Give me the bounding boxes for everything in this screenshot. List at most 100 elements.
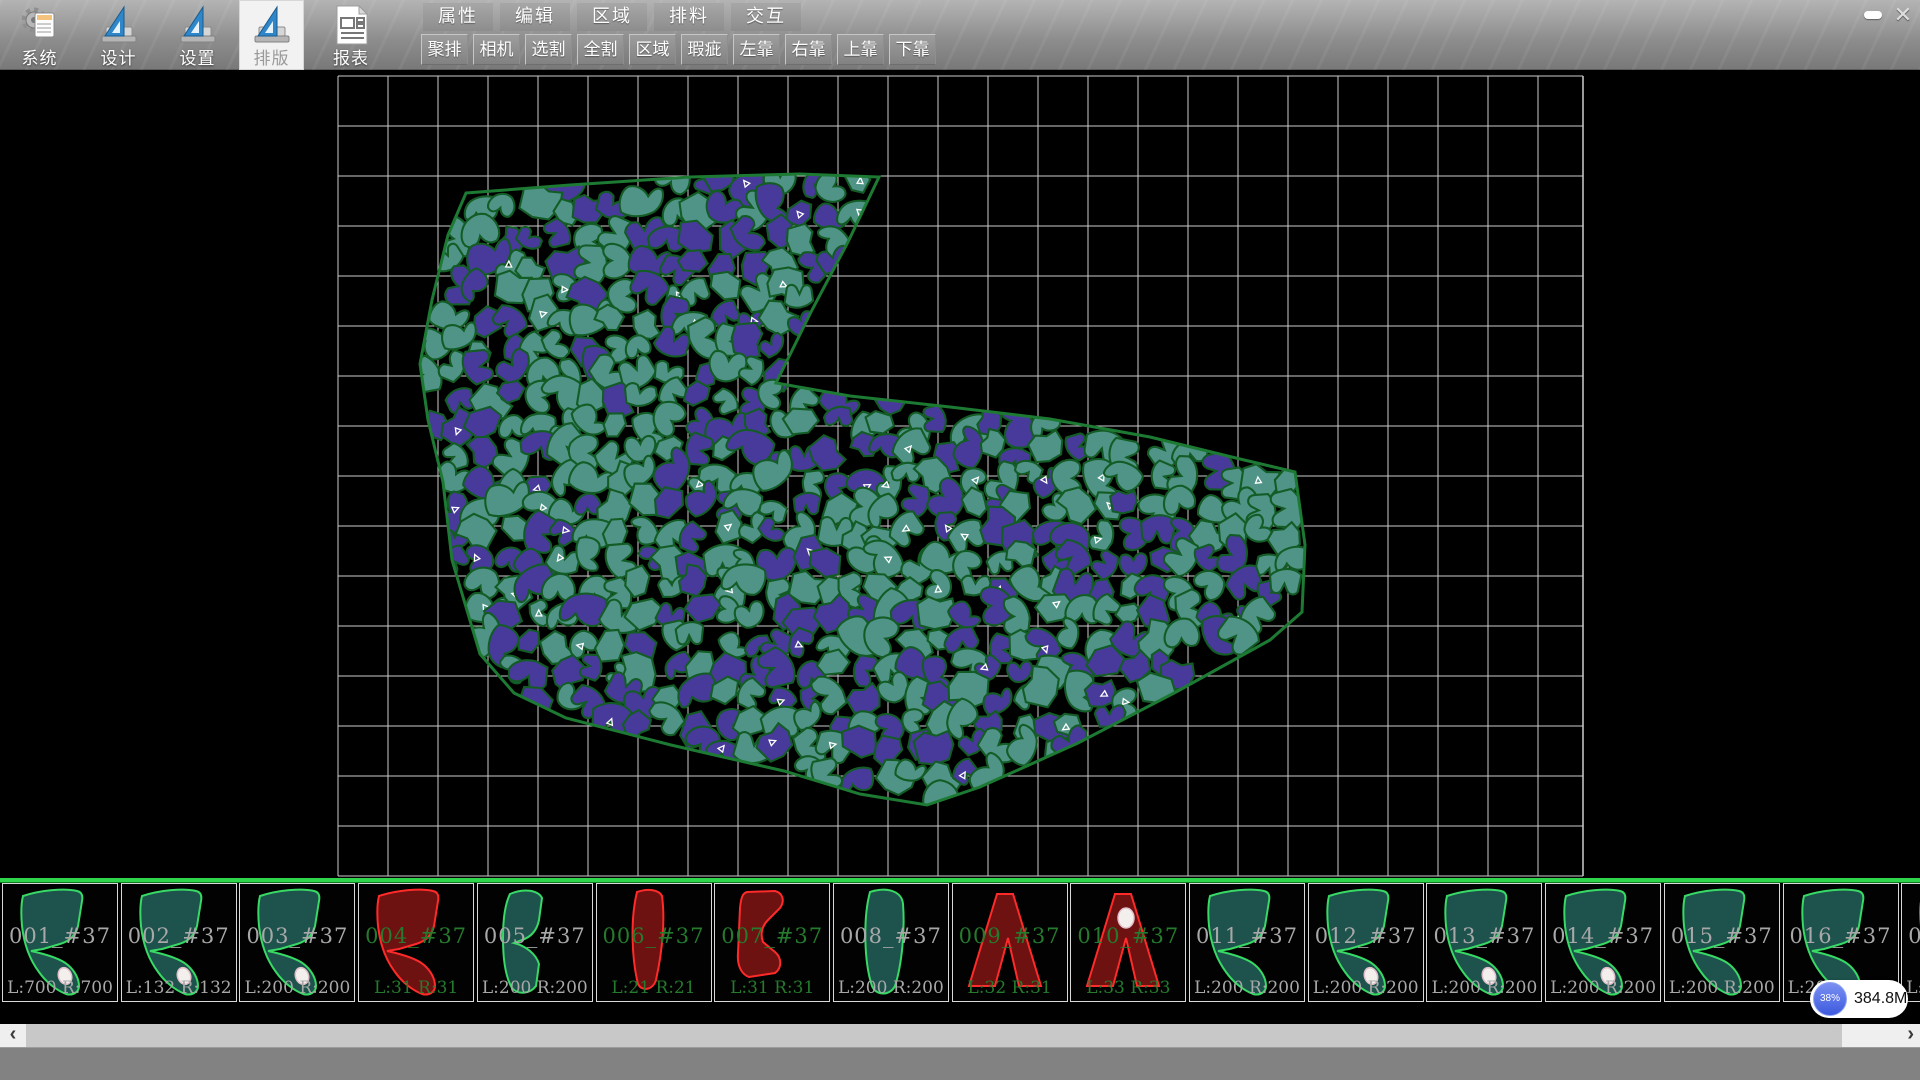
part-thumbnail-010_#37[interactable]: 010_#37L:33 R:33 [1070,883,1186,1002]
tool-button-9[interactable]: 下靠 [889,34,936,65]
app-tab-label: 排版 [239,44,304,69]
application-window: { "window": {"minimize_label":"–","close… [0,0,1920,1080]
tool-button-6[interactable]: 左靠 [733,34,780,65]
part-thumbnail-014_#37[interactable]: 014_#37L:200 R:200 [1545,883,1661,1002]
part-thumbnail-008_#37[interactable]: 008_#37L:200 R:200 [833,883,949,1002]
part-shape [1546,884,1660,1001]
progress-badge[interactable]: 38% 384.8M [1810,980,1908,1018]
part-thumbnail-009_#37[interactable]: 009_#37L:32 R:31 [952,883,1068,1002]
tool-button-3[interactable]: 全割 [577,34,624,65]
part-shape [1190,884,1304,1001]
part-shape [3,884,117,1001]
tool-button-1[interactable]: 相机 [473,34,520,65]
nested-part[interactable] [1095,705,1126,727]
report-doc-icon [329,3,373,47]
part-hole [1118,908,1134,928]
minimize-button[interactable] [1859,2,1887,28]
menu-item-1[interactable]: 编辑 [500,3,570,31]
nested-part[interactable] [514,626,543,657]
nested-part[interactable] [1270,569,1302,595]
tool-button-7[interactable]: 右靠 [785,34,832,65]
part-shape [715,884,829,1001]
tool-button-2[interactable]: 选割 [525,34,572,65]
ruler-laptop-icon [176,3,220,47]
nested-part[interactable] [602,410,628,439]
part-thumbnail-013_#37[interactable]: 013_#37L:200 R:200 [1426,883,1542,1002]
part-shape [953,884,1067,1001]
part-shape [597,884,711,1001]
part-shape [834,884,948,1001]
app-tab-design[interactable]: 设计 [81,0,156,70]
nested-part[interactable] [1088,547,1122,582]
nested-part[interactable] [489,300,531,342]
scroll-right-arrow: › [1907,1024,1914,1045]
part-shape [122,884,236,1001]
tool-button-0[interactable]: 聚排 [421,34,468,65]
app-tab-label: 报表 [318,44,384,69]
close-icon: ✕ [1894,2,1912,27]
menu-item-2[interactable]: 区域 [577,3,647,31]
part-thumbnail-007_#37[interactable]: 007_#37L:31 R:31 [714,883,830,1002]
ruler-laptop-icon [255,7,289,42]
part-thumbnail-002_#37[interactable]: 002_#37L:132 R:132 [121,883,237,1002]
app-tab-settings[interactable]: 设置 [160,0,235,70]
part-thumbnail-004_#37[interactable]: 004_#37L:31 R:31 [358,883,474,1002]
menu-bar: 属性编辑区域排料交互 [423,3,801,31]
nested-part[interactable] [913,731,955,766]
nested-part[interactable] [1110,491,1137,514]
part-thumbnail-005_#37[interactable]: 005_#37L:200 R:200 [477,883,593,1002]
scrollbar-thumb[interactable]: › [1842,1024,1920,1047]
part-shape [1427,884,1541,1001]
part-thumbnail-001_#37[interactable]: 001_#37L:700 R:700 [2,883,118,1002]
close-button[interactable]: ✕ [1889,2,1917,28]
main-toolbar: 系统设计设置排版报表 属性编辑区域排料交互 聚排相机选割全割区域瑕疵左靠右靠上靠… [0,0,1920,70]
memory-usage-label: 384.8M [1854,980,1907,1018]
part-thumbnail-012_#37[interactable]: 012_#37L:200 R:200 [1308,883,1424,1002]
tool-button-5[interactable]: 瑕疵 [681,34,728,65]
part-thumbnail-003_#37[interactable]: 003_#37L:200 R:200 [239,883,355,1002]
nested-part[interactable] [579,653,603,681]
ruler-laptop-icon [97,3,141,47]
app-tab-label: 设置 [160,44,235,69]
gear-doc-icon [18,3,62,47]
ruler-laptop-icon [102,7,136,42]
part-shape [1309,884,1423,1001]
menu-item-0[interactable]: 属性 [423,3,493,31]
part-thumbnail-011_#37[interactable]: 011_#37L:200 R:200 [1189,883,1305,1002]
part-thumbnail-015_#37[interactable]: 015_#37L:200 R:200 [1664,883,1780,1002]
tool-button-8[interactable]: 上靠 [837,34,884,65]
nested-part[interactable] [794,493,821,515]
app-tab-report[interactable]: 报表 [318,0,384,70]
nested-part[interactable] [805,432,848,477]
part-shape [1071,884,1185,1001]
app-tab-system[interactable]: 系统 [2,0,77,70]
app-tab-nesting[interactable]: 排版 [239,0,304,70]
gear-doc-icon [24,10,54,37]
nesting-canvas[interactable] [0,70,1920,878]
nested-part[interactable] [710,385,741,417]
app-tab-label: 系统 [2,44,77,69]
nested-part[interactable] [1006,660,1033,683]
part-shape [1665,884,1779,1001]
app-tab-label: 设计 [81,44,156,69]
hide-nesting-view[interactable] [0,70,1920,878]
ruler-laptop-icon [250,3,294,47]
part-shape [478,884,592,1001]
horizontal-scrollbar[interactable]: ‹ › [0,1024,1920,1047]
nested-parts-layer[interactable] [405,156,1309,818]
menu-item-3[interactable]: 排料 [654,3,724,31]
minimize-icon [1864,11,1882,19]
parts-thumbnail-panel: 001_#37L:700 R:700002_#37L:132 R:132003_… [0,878,1920,1024]
report-doc-icon [337,6,367,44]
ruler-laptop-icon [181,7,215,42]
scroll-left-arrow[interactable]: ‹ [0,1024,26,1047]
progress-percent-circle: 38% [1813,982,1847,1016]
part-thumbnail-006_#37[interactable]: 006_#37L:21 R:21 [596,883,712,1002]
part-shape [359,884,473,1001]
tool-button-bar: 聚排相机选割全割区域瑕疵左靠右靠上靠下靠 [421,34,936,65]
nested-part[interactable] [619,185,664,218]
tool-button-4[interactable]: 区域 [629,34,676,65]
menu-item-4[interactable]: 交互 [731,3,801,31]
status-bar [0,1047,1920,1080]
part-shape [240,884,354,1001]
